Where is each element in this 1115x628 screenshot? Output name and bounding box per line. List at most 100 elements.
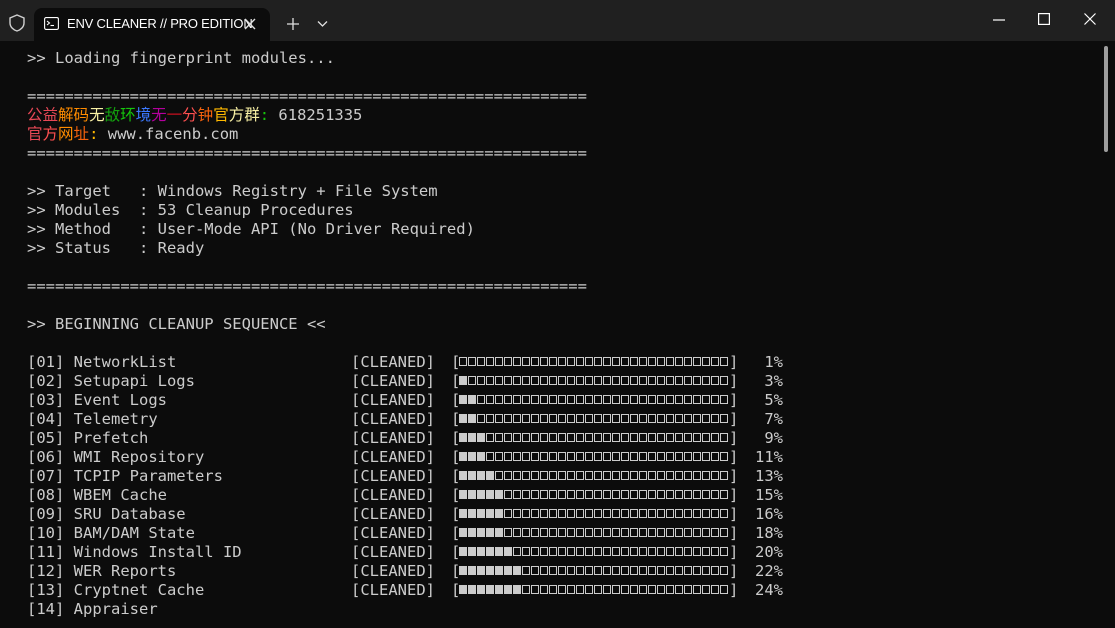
progress-cell-empty: [531, 490, 539, 499]
site-segment: 址: [73, 125, 90, 143]
progress-cell-empty: [630, 566, 638, 575]
close-tab-icon[interactable]: [242, 16, 258, 32]
progress-cell-empty: [603, 357, 611, 366]
progress-cell-empty: [486, 452, 494, 461]
progress-cell-empty: [540, 452, 548, 461]
cleanup-status: [CLEANED]: [351, 486, 435, 504]
progress-cell-empty: [657, 547, 665, 556]
progress-cell-filled: [477, 547, 485, 556]
progress-cell-empty: [630, 414, 638, 423]
progress-percent: 13%: [755, 467, 783, 485]
site-segment: :: [89, 125, 108, 143]
progress-bracket: ]: [729, 448, 739, 466]
promo-segment: 益: [42, 106, 59, 124]
progress-cell-filled: [459, 528, 467, 537]
minimize-icon[interactable]: [993, 19, 1005, 21]
progress-cell-empty: [612, 528, 620, 537]
promo-line: 公益解码无敌环境无一分钟官方群: 618251335: [27, 106, 1097, 125]
progress-cell-filled: [495, 547, 503, 556]
chevron-down-icon[interactable]: [317, 20, 328, 28]
progress-cell-empty: [567, 528, 575, 537]
progress-cell-empty: [720, 414, 728, 423]
progress-cell-empty: [684, 509, 692, 518]
progress-cell-filled: [468, 528, 476, 537]
progress-cell-empty: [549, 566, 557, 575]
progress-cell-empty: [693, 414, 701, 423]
progress-cell-empty: [693, 471, 701, 480]
progress-cell-empty: [576, 395, 584, 404]
cleanup-status: [CLEANED]: [351, 410, 435, 428]
progress-cell-empty: [612, 490, 620, 499]
progress-cell-empty: [513, 490, 521, 499]
progress-cell-filled: [486, 547, 494, 556]
progress-cell-empty: [603, 585, 611, 594]
promo-segment: 钟: [197, 106, 214, 124]
progress-cell-empty: [630, 509, 638, 518]
close-window-icon[interactable]: [1084, 13, 1096, 25]
progress-cell-empty: [531, 433, 539, 442]
scrollbar-thumb[interactable]: [1104, 46, 1108, 152]
progress-cell-empty: [504, 528, 512, 537]
progress-cell-empty: [693, 433, 701, 442]
progress-cell-empty: [576, 509, 584, 518]
progress-cell-empty: [630, 547, 638, 556]
progress-cell-empty: [621, 414, 629, 423]
progress-cell-filled: [486, 509, 494, 518]
progress-percent: 7%: [764, 410, 783, 428]
new-tab-icon[interactable]: [286, 17, 300, 31]
progress-cell-empty: [567, 452, 575, 461]
progress-cell-empty: [702, 357, 710, 366]
progress-cell-empty: [666, 452, 674, 461]
progress-cell-filled: [513, 566, 521, 575]
progress-cell-empty: [468, 376, 476, 385]
progress-percent: 22%: [755, 562, 783, 580]
cleanup-item-label: [08] WBEM Cache: [27, 486, 167, 504]
progress-cell-empty: [693, 357, 701, 366]
progress-cell-empty: [594, 547, 602, 556]
progress-cell-empty: [558, 490, 566, 499]
progress-cell-empty: [576, 547, 584, 556]
progress-cell-empty: [603, 490, 611, 499]
progress-cell-empty: [540, 357, 548, 366]
progress-bar: [459, 528, 728, 539]
progress-cell-empty: [549, 376, 557, 385]
progress-cell-empty: [594, 566, 602, 575]
progress-cell-empty: [513, 547, 521, 556]
tab-env-cleaner[interactable]: ENV CLEANER // PRO EDITION: [34, 8, 270, 41]
progress-cell-empty: [531, 357, 539, 366]
progress-cell-empty: [576, 528, 584, 537]
cleanup-status: [CLEANED]: [351, 429, 435, 447]
progress-cell-empty: [630, 490, 638, 499]
progress-cell-empty: [513, 414, 521, 423]
progress-cell-filled: [459, 509, 467, 518]
progress-cell-empty: [702, 395, 710, 404]
progress-cell-empty: [702, 566, 710, 575]
progress-cell-empty: [558, 471, 566, 480]
progress-cell-empty: [585, 471, 593, 480]
terminal-icon: [44, 17, 59, 30]
progress-cell-empty: [639, 414, 647, 423]
progress-cell-empty: [594, 414, 602, 423]
progress-cell-empty: [657, 528, 665, 537]
progress-cell-empty: [639, 547, 647, 556]
progress-cell-empty: [522, 528, 530, 537]
site-segment: 官: [27, 125, 43, 143]
progress-cell-empty: [540, 528, 548, 537]
progress-cell-empty: [621, 357, 629, 366]
progress-cell-filled: [459, 376, 467, 385]
cleanup-row: [06] WMI Repository [CLEANED][] 11%: [27, 448, 1097, 467]
progress-cell-filled: [477, 585, 485, 594]
progress-cell-empty: [693, 547, 701, 556]
progress-bracket: ]: [729, 505, 739, 523]
progress-cell-empty: [522, 357, 530, 366]
maximize-icon[interactable]: [1038, 13, 1050, 25]
terminal-output[interactable]: >> Loading fingerprint modules... ======…: [27, 49, 1097, 628]
separator-line: ========================================…: [27, 144, 587, 162]
progress-cell-empty: [612, 452, 620, 461]
progress-cell-empty: [657, 414, 665, 423]
progress-cell-filled: [468, 547, 476, 556]
progress-cell-empty: [531, 452, 539, 461]
progress-cell-empty: [684, 395, 692, 404]
cleanup-status: [CLEANED]: [351, 391, 435, 409]
progress-cell-empty: [612, 585, 620, 594]
